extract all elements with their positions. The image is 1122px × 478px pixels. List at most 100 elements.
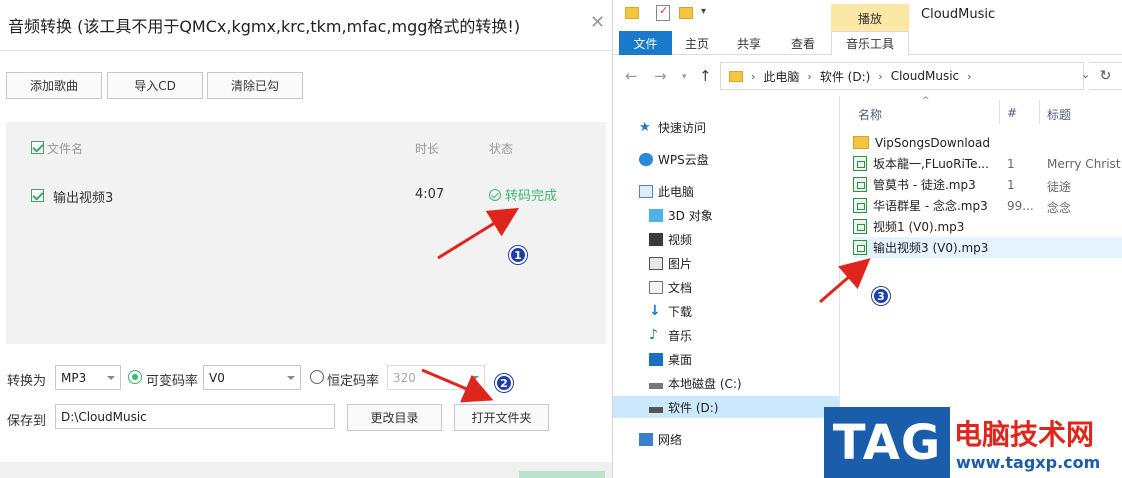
tab-music-tools[interactable]: 音乐工具 — [831, 31, 909, 55]
nav-desktop[interactable]: 桌面 — [649, 348, 692, 370]
nav-quick-access[interactable]: ★ 快速访问 — [639, 116, 706, 138]
chevron-right-icon[interactable]: › — [878, 70, 882, 83]
properties-icon[interactable] — [656, 4, 670, 21]
status-badge: 转码完成 — [489, 185, 557, 204]
nav-label: 本地磁盘 (C:) — [668, 376, 742, 391]
context-tab-play[interactable]: 播放 — [831, 4, 909, 32]
navigation-pane: ★ 快速访问 WPS云盘 此电脑 3D 对象 视频 图片 文档 ↓ 下载 ♪ 音… — [613, 110, 839, 478]
check-circle-icon — [489, 188, 501, 201]
change-dir-button[interactable]: 更改目录 — [347, 404, 442, 431]
breadcrumb-this-pc[interactable]: 此电脑 — [763, 68, 799, 85]
column-divider[interactable] — [1039, 100, 1040, 124]
column-filename: 文件名 — [47, 142, 84, 156]
cbr-radio[interactable] — [310, 370, 324, 384]
column-duration: 时长 — [415, 142, 440, 156]
nav-local-disk-c[interactable]: 本地磁盘 (C:) — [649, 372, 742, 394]
format-select[interactable]: MP3 — [55, 365, 121, 390]
watermark-url: www.tagxp.com — [956, 453, 1101, 472]
document-icon — [649, 280, 663, 294]
desktop-icon — [649, 352, 663, 366]
chevron-right-icon[interactable]: › — [967, 70, 971, 83]
column-title[interactable]: 标题 — [1047, 106, 1071, 123]
nav-this-pc[interactable]: 此电脑 — [639, 180, 694, 202]
column-divider[interactable] — [999, 100, 1000, 124]
chevron-down-icon — [287, 376, 295, 380]
watermark-site-name: 电脑技术网 — [954, 418, 1095, 451]
nav-label: 文档 — [668, 280, 693, 295]
save-to-label: 保存到 — [7, 414, 47, 429]
folder-icon — [853, 136, 869, 149]
back-arrow-icon[interactable]: ← — [625, 67, 638, 85]
tab-file[interactable]: 文件 — [619, 31, 672, 55]
breadcrumb-cloudmusic[interactable]: CloudMusic — [891, 69, 959, 83]
file-list-panel — [6, 122, 606, 344]
refresh-icon[interactable]: ↻ — [1089, 62, 1122, 90]
file-name: 坂本龍一,FLuoRiTe... — [873, 157, 989, 171]
nav-3d-objects[interactable]: 3D 对象 — [649, 204, 713, 226]
audio-convert-dialog: 音频转换 (该工具不用于QMCx,kgmx,krc,tkm,mfac,mgg格式… — [0, 0, 612, 478]
nav-documents[interactable]: 文档 — [649, 276, 692, 298]
cbr-select[interactable]: 320 — [387, 365, 485, 390]
column-number[interactable]: # — [1007, 106, 1017, 120]
add-song-button[interactable]: 添加歌曲 — [6, 72, 102, 99]
nav-music[interactable]: ♪ 音乐 — [649, 324, 692, 346]
nav-label: 3D 对象 — [668, 208, 713, 223]
sort-ascending-icon: ^ — [922, 96, 930, 106]
clear-checked-button[interactable]: 清除已勾 — [207, 72, 303, 99]
chevron-right-icon[interactable]: › — [807, 70, 811, 83]
folder-icon[interactable] — [625, 7, 639, 19]
vbr-value: V0 — [209, 370, 225, 385]
recent-dropdown-icon[interactable]: ▾ — [682, 72, 687, 82]
star-icon: ★ — [639, 119, 651, 135]
save-path-input[interactable]: D:\CloudMusic — [55, 404, 335, 429]
nav-videos[interactable]: 视频 — [649, 228, 692, 250]
nav-label: 音乐 — [668, 328, 693, 343]
tab-home[interactable]: 主页 — [675, 31, 719, 55]
file-number: 1 — [1007, 157, 1015, 171]
chevron-down-icon — [471, 376, 479, 380]
audio-file-icon — [853, 156, 867, 171]
nav-pictures[interactable]: 图片 — [649, 252, 692, 274]
nav-label: 桌面 — [668, 352, 693, 367]
file-name: VipSongsDownload — [875, 135, 990, 150]
customize-dropdown-icon[interactable]: ▾ — [701, 6, 706, 17]
new-folder-icon[interactable] — [679, 7, 693, 19]
file-name: 华语群星 - 念念.mp3 — [873, 199, 988, 213]
select-all-checkbox[interactable] — [31, 141, 44, 154]
row-checkbox[interactable] — [31, 189, 44, 202]
nav-label: 网络 — [658, 432, 683, 447]
film-icon — [649, 232, 663, 246]
nav-network[interactable]: 网络 — [639, 428, 682, 450]
file-number: 99... — [1007, 199, 1034, 213]
tab-view[interactable]: 查看 — [781, 31, 825, 55]
vbr-radio[interactable] — [128, 370, 142, 384]
tab-share[interactable]: 共享 — [727, 31, 771, 55]
open-folder-button[interactable]: 打开文件夹 — [454, 404, 549, 431]
annotation-badge-1: 1 — [509, 246, 527, 264]
up-arrow-icon[interactable]: ↑ — [699, 67, 712, 85]
file-title: 念念 — [1047, 201, 1072, 215]
list-item[interactable]: 视频1 (V0).mp3 — [853, 216, 1122, 237]
navigation-bar: ← → ▾ ↑ › 此电脑 › 软件 (D:) › CloudMusic › ⌄… — [613, 62, 1122, 92]
file-name: 管莫书 - 徒途.mp3 — [873, 178, 976, 192]
nav-label: 图片 — [668, 256, 693, 271]
list-item-folder[interactable]: VipSongsDownload — [853, 132, 1122, 153]
vbr-select[interactable]: V0 — [203, 365, 301, 390]
divider — [0, 50, 612, 51]
import-cd-button[interactable]: 导入CD — [107, 72, 203, 99]
download-arrow-icon: ↓ — [649, 302, 661, 319]
nav-software-d[interactable]: 软件 (D:) — [613, 396, 839, 418]
list-item-selected[interactable]: 输出视频3 (V0).mp3 — [853, 237, 1122, 258]
breadcrumb-drive-d[interactable]: 软件 (D:) — [820, 68, 870, 85]
nav-wps-cloud[interactable]: WPS云盘 — [639, 148, 709, 170]
list-item[interactable]: 华语群星 - 念念.mp3 — [853, 195, 1122, 216]
forward-arrow-icon[interactable]: → — [654, 67, 667, 85]
confirm-button-edge[interactable] — [519, 471, 605, 478]
chevron-right-icon[interactable]: › — [751, 70, 755, 83]
music-note-icon: ♪ — [649, 326, 658, 343]
list-item[interactable]: 管莫书 - 徒途.mp3 — [853, 174, 1122, 195]
address-bar[interactable]: › 此电脑 › 软件 (D:) › CloudMusic › — [720, 62, 1084, 90]
nav-downloads[interactable]: ↓ 下载 — [649, 300, 692, 322]
column-name[interactable]: 名称 — [858, 106, 882, 123]
close-icon[interactable]: ✕ — [590, 12, 605, 33]
